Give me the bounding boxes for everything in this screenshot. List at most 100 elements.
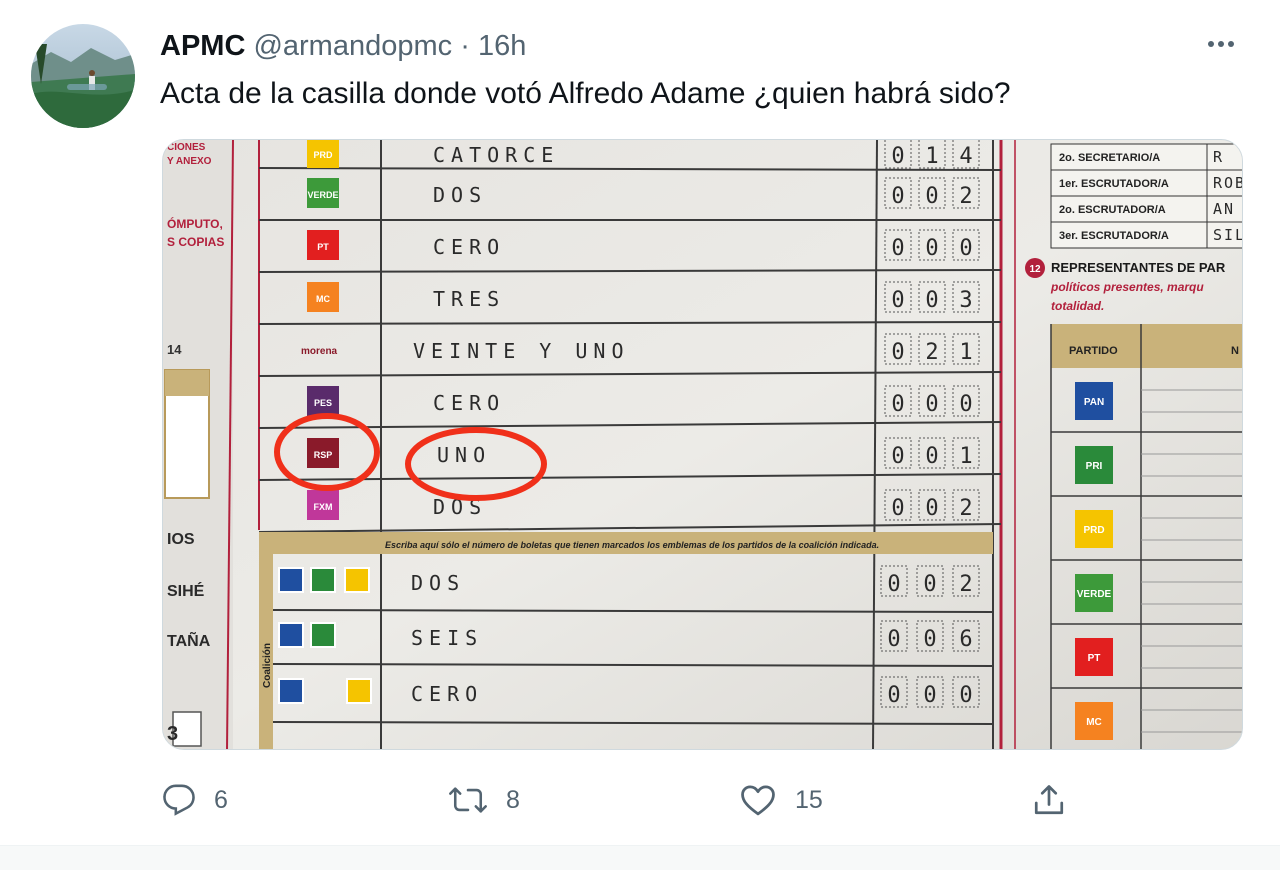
coalition-caption: Escriba aquí sólo el número de boletas q… bbox=[385, 540, 879, 550]
party-logo-label: PAN bbox=[1084, 397, 1104, 408]
retweet-count: 8 bbox=[506, 785, 520, 814]
section-title: REPRESENTANTES DE PAR bbox=[1051, 260, 1226, 275]
handwritten-word: CERO bbox=[433, 391, 505, 415]
party-logo-label: PT bbox=[317, 242, 329, 252]
party-logo-label: PES bbox=[314, 398, 332, 408]
tweet[interactable]: APMC @armandopmc · 16h Acta de la casill… bbox=[0, 0, 1280, 845]
handwritten-word: SEIS bbox=[411, 626, 483, 650]
party-logo-label: PRI bbox=[1086, 461, 1103, 472]
coalition-party-logo bbox=[278, 678, 304, 704]
handwritten-digit: 0 bbox=[887, 627, 900, 652]
handwritten-word: DOS bbox=[411, 571, 465, 595]
handwritten-word: TRES bbox=[433, 287, 505, 311]
official-role: 2o. ESCRUTADOR/A bbox=[1059, 204, 1166, 216]
author-handle[interactable]: @armandopmc bbox=[253, 30, 452, 62]
party-logo-label: FXM bbox=[314, 502, 333, 512]
retweet-icon bbox=[449, 787, 487, 813]
coalition-party-logo bbox=[344, 567, 370, 593]
coalition-party-logo bbox=[310, 622, 336, 648]
timestamp[interactable]: 16h bbox=[478, 30, 526, 62]
reply-count: 6 bbox=[214, 785, 228, 814]
handwritten-digit: 0 bbox=[891, 340, 904, 365]
handwritten-digit: 1 bbox=[959, 340, 972, 365]
margin-label: TAÑA bbox=[167, 630, 211, 650]
more-options-icon[interactable] bbox=[1203, 32, 1239, 56]
handwritten-digit: 0 bbox=[891, 184, 904, 209]
handwritten-digit: 0 bbox=[925, 236, 938, 261]
handwritten-word: DOS bbox=[433, 183, 487, 207]
margin-label: Y ANEXO bbox=[167, 156, 212, 167]
table-header: PARTIDO bbox=[1069, 345, 1118, 357]
like-button[interactable]: 15 bbox=[739, 780, 823, 820]
reply-icon bbox=[163, 784, 195, 816]
table-header: N bbox=[1231, 345, 1239, 357]
margin-label: CIONES bbox=[167, 142, 206, 153]
handwritten-digit: 1 bbox=[925, 144, 938, 169]
handwritten-digit: 6 bbox=[959, 627, 972, 652]
handwritten-digit: 0 bbox=[923, 572, 936, 597]
handwritten-digit: 0 bbox=[959, 392, 972, 417]
party-logo-label: PRD bbox=[313, 150, 333, 160]
retweet-button[interactable]: 8 bbox=[448, 780, 520, 820]
next-tweet-edge bbox=[0, 845, 1280, 870]
party-logo-label: PT bbox=[1088, 653, 1101, 664]
official-name: SIL bbox=[1213, 226, 1243, 244]
handwritten-digit: 2 bbox=[959, 572, 972, 597]
section-note: totalidad. bbox=[1051, 299, 1104, 313]
handwritten-digit: 2 bbox=[959, 184, 972, 209]
handwritten-digit: 0 bbox=[891, 392, 904, 417]
handwritten-digit: 2 bbox=[925, 340, 938, 365]
coalition-party-logo bbox=[278, 567, 304, 593]
handwritten-word: CERO bbox=[411, 682, 483, 706]
handwritten-digit: 0 bbox=[887, 572, 900, 597]
handwritten-digit: 1 bbox=[959, 444, 972, 469]
handwritten-word: CERO bbox=[433, 235, 505, 259]
handwritten-digit: 0 bbox=[891, 144, 904, 169]
official-name: AN bbox=[1213, 200, 1235, 218]
handwritten-digit: 0 bbox=[891, 236, 904, 261]
like-count: 15 bbox=[795, 785, 823, 814]
party-logo-label: MC bbox=[1086, 717, 1102, 728]
party-logo-label: MC bbox=[316, 294, 330, 304]
handwritten-digit: 3 bbox=[959, 288, 972, 313]
handwritten-digit: 0 bbox=[925, 444, 938, 469]
handwritten-word: UNO bbox=[437, 443, 491, 467]
tweet-text: Acta de la casilla donde votó Alfredo Ad… bbox=[160, 77, 1011, 110]
share-button[interactable] bbox=[1031, 780, 1067, 820]
coalition-party-logo bbox=[278, 622, 304, 648]
heart-icon bbox=[741, 785, 775, 816]
handwritten-digit: 0 bbox=[925, 288, 938, 313]
handwritten-digit: 0 bbox=[925, 496, 938, 521]
coalition-side-bar bbox=[259, 532, 273, 749]
handwritten-digit: 4 bbox=[959, 144, 972, 169]
handwritten-digit: 0 bbox=[923, 627, 936, 652]
section-note: políticos presentes, marqu bbox=[1050, 280, 1204, 294]
official-role: 2o. SECRETARIO/A bbox=[1059, 152, 1160, 164]
handwritten-word: VEINTE Y UNO bbox=[413, 339, 630, 363]
party-logo-label: RSP bbox=[314, 450, 333, 460]
official-name: R bbox=[1213, 148, 1224, 166]
handwritten-digit: 2 bbox=[959, 496, 972, 521]
share-icon bbox=[1034, 785, 1064, 815]
tweet-header: APMC @armandopmc · 16h bbox=[160, 30, 526, 63]
margin-label: 14 bbox=[167, 342, 182, 357]
tweet-media-photo[interactable]: CIONES Y ANEXO ÓMPUTO, S COPIAS 14 IOS SIHÉ TAÑ… bbox=[162, 139, 1243, 750]
party-logo-text: morena bbox=[301, 346, 338, 357]
margin-label: S COPIAS bbox=[167, 235, 224, 249]
official-role: 1er. ESCRUTADOR/A bbox=[1059, 178, 1169, 190]
handwritten-digit: 0 bbox=[891, 496, 904, 521]
handwritten-digit: 0 bbox=[923, 683, 936, 708]
handwritten-digit: 0 bbox=[925, 392, 938, 417]
coalition-party-logo bbox=[310, 567, 336, 593]
handwritten-digit: 0 bbox=[891, 444, 904, 469]
separator-dot: · bbox=[460, 30, 470, 62]
avatar[interactable] bbox=[31, 24, 135, 128]
coalition-label: Coalición bbox=[262, 643, 273, 688]
handwritten-digit: 0 bbox=[925, 184, 938, 209]
official-role: 3er. ESCRUTADOR/A bbox=[1059, 230, 1169, 242]
section-number: 12 bbox=[1029, 264, 1041, 275]
margin-label: SIHÉ bbox=[167, 581, 205, 600]
reply-button[interactable]: 6 bbox=[162, 780, 228, 820]
election-tally-sheet-photo: CIONESY ANEXOÓMPUTO,S COPIAS14IOSSIHÉTAÑ… bbox=[163, 140, 1243, 749]
author-name[interactable]: APMC bbox=[160, 30, 245, 62]
